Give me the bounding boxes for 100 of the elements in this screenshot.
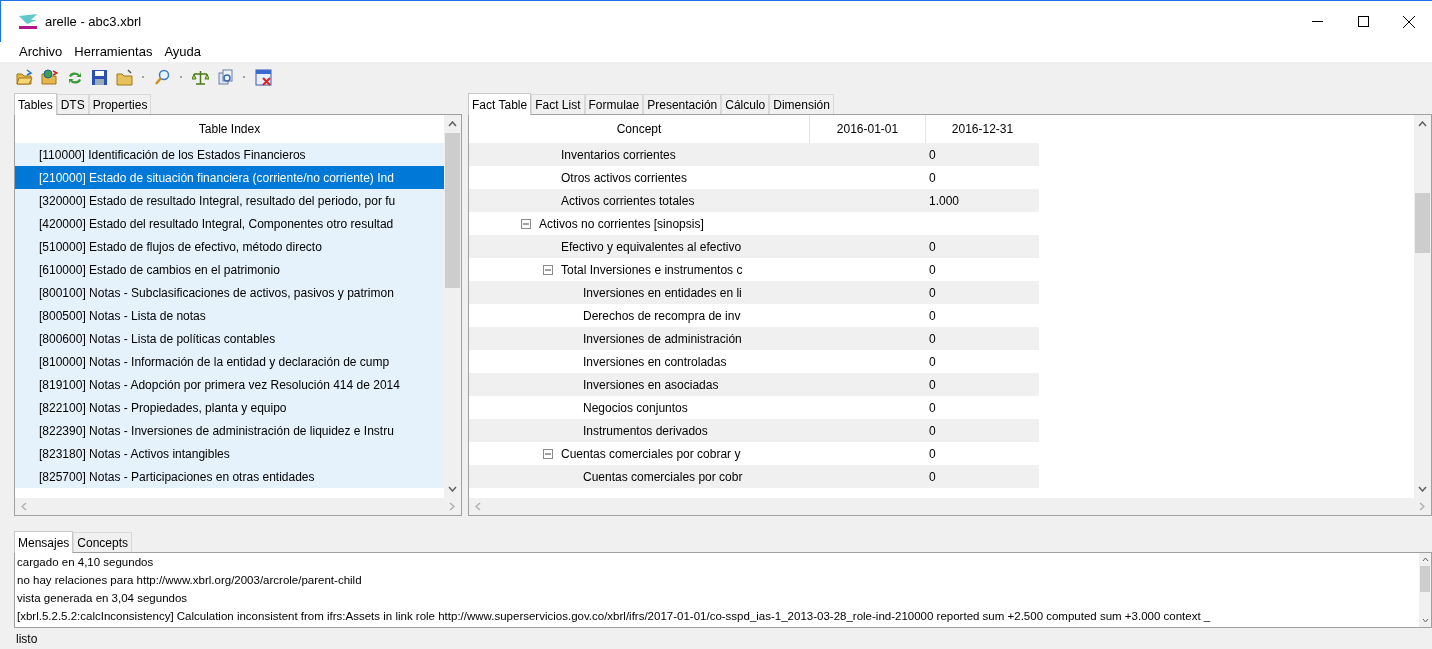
folder-icon [115, 68, 133, 86]
value-cell-text: 0 [929, 238, 936, 256]
list-item[interactable]: [800500] Notas - Lista de notas [15, 304, 444, 327]
scrollbar-thumb[interactable] [1420, 566, 1430, 592]
scroll-down-icon [448, 486, 457, 492]
list-item[interactable]: [110000] Identificación de los Estados Financieros [15, 143, 444, 166]
concept-cell-text: Cuentas comerciales por cobr [583, 468, 743, 486]
value-cell-text: 0 [929, 353, 936, 371]
vertical-scrollbar[interactable] [444, 115, 461, 498]
value-cell-text: 0 [929, 376, 936, 394]
list-item[interactable]: [822100] Notas - Propiedades, planta y equipo [15, 396, 444, 419]
concept-cell-text: Inventarios corrientes [561, 146, 676, 164]
message-line: no hay relaciones para http://www.xbrl.org/2003/arcrole/parent-child [17, 573, 363, 588]
tab[interactable]: Dimensión [769, 94, 834, 114]
toolbar-button[interactable] [14, 67, 34, 87]
list-item[interactable]: [610000] Estado de cambios en el patrimonio [15, 258, 444, 281]
toolbar-button[interactable] [89, 67, 109, 87]
list-item[interactable]: [510000] Estado de flujos de efectivo, método directo [15, 235, 444, 258]
search-icon [153, 68, 171, 86]
list-item[interactable]: [800600] Notas - Lista de políticas contables [15, 327, 444, 350]
toolbar-button[interactable] [253, 67, 273, 87]
scroll-left-icon [21, 502, 27, 511]
concept-cell-text: Inversiones en controladas [583, 353, 727, 371]
message-line: vista generada en 3,04 segundos [17, 591, 189, 606]
scroll-down-icon [1418, 486, 1427, 492]
horizontal-scrollbar[interactable] [469, 498, 1431, 515]
documents-icon [216, 68, 234, 86]
window-x-icon [254, 68, 272, 86]
tab[interactable]: Cálculo [721, 94, 770, 114]
column-header[interactable]: Concept [469, 115, 809, 143]
list-item[interactable]: [822390] Notas - Inversiones de administración de liquidez e Instru [15, 419, 444, 442]
list-item[interactable]: [810000] Notas - Información de la entidad y declaración de cump [15, 350, 444, 373]
value-cell-text: 0 [929, 422, 936, 440]
concept-cell-text: Negocios conjuntos [583, 399, 688, 417]
app-logo-icon [17, 11, 39, 32]
value-cell-text: 1.000 [929, 192, 960, 210]
scroll-up-icon [1421, 557, 1429, 562]
concept-cell-text: Total Inversiones e instrumentos c [561, 261, 743, 279]
scrollbar-thumb[interactable] [445, 133, 460, 288]
value-cell-text: 0 [929, 284, 936, 302]
collapse-toggle[interactable] [521, 218, 531, 229]
maximize-icon [1357, 16, 1369, 27]
tab[interactable]: Fact List [531, 94, 585, 114]
save-icon [90, 68, 108, 86]
concept-cell-text: Inversiones de administración [583, 330, 742, 348]
concept-cell-text: Instrumentos derivados [583, 422, 708, 440]
tab[interactable]: Presentación [643, 94, 722, 114]
tab[interactable]: DTS [56, 94, 89, 114]
list-item[interactable]: [210000] Estado de situación financiera (corriente/no corriente) Ind [15, 166, 444, 189]
menu-item[interactable]: Herramientas [69, 42, 158, 62]
collapse-toggle[interactable] [543, 264, 553, 275]
toolbar-button[interactable] [152, 67, 172, 87]
minimize-icon [1311, 21, 1323, 22]
scroll-right-icon [449, 502, 455, 511]
concept-cell-text: Inversiones en asociadas [583, 376, 719, 394]
value-cell-text: 0 [929, 468, 936, 486]
concept-cell-text: Otros activos corrientes [561, 169, 688, 187]
value-cell-text: 0 [929, 169, 936, 187]
scroll-down-icon [1421, 618, 1429, 623]
horizontal-scrollbar[interactable] [15, 498, 461, 515]
concept-cell-text: Derechos de recompra de inv [583, 307, 741, 325]
concept-cell-text: Activos corrientes totales [561, 192, 695, 210]
toolbar-button[interactable] [215, 67, 235, 87]
tab[interactable]: Concepts [73, 532, 133, 552]
status-text: listo [16, 631, 38, 648]
list-item[interactable]: [320000] Estado de resultado Integral, resultado del periodo, por fu [15, 189, 444, 212]
vertical-scrollbar[interactable] [1414, 115, 1431, 498]
tab[interactable]: Properties [88, 94, 152, 114]
tab[interactable]: Formulae [584, 94, 644, 114]
collapse-toggle[interactable] [543, 448, 553, 459]
menu-item[interactable]: Ayuda [159, 42, 207, 62]
scales-icon [191, 68, 209, 86]
tab[interactable]: Mensajes [14, 531, 74, 553]
list-item[interactable]: [800100] Notas - Subclasificaciones de activos, pasivos y patrimon [15, 281, 444, 304]
vertical-scrollbar[interactable] [1419, 553, 1431, 627]
concept-cell-text: Activos no corrientes [sinopsis] [539, 215, 704, 233]
scroll-left-icon [475, 502, 481, 511]
concept-cell-text: Cuentas comerciales por cobrar y [561, 445, 741, 463]
scroll-right-icon [1419, 502, 1425, 511]
toolbar-button[interactable] [39, 67, 59, 87]
list-item[interactable]: [420000] Estado del resultado Integral, Componentes otro resultad [15, 212, 444, 235]
close-icon [1403, 15, 1415, 28]
value-cell-text: 0 [929, 261, 936, 279]
window-title: arelle - abc3.xbrl [45, 12, 142, 31]
concept-cell-text: Efectivo y equivalentes al efectivo [561, 238, 742, 256]
concept-cell-text: Inversiones en entidades en li [583, 284, 742, 302]
list-item[interactable]: [819100] Notas - Adopción por primera vez Resolución 414 de 2014 [15, 373, 444, 396]
value-cell-text: 0 [929, 399, 936, 417]
value-cell-text: 0 [929, 330, 936, 348]
folder-globe-icon [40, 68, 58, 86]
value-cell-text: 0 [929, 307, 936, 325]
tab[interactable]: Fact Table [468, 93, 532, 115]
folder-open-icon [15, 68, 33, 86]
scrollbar-thumb[interactable] [1415, 193, 1430, 253]
tab[interactable]: Tables [14, 93, 57, 115]
list-item[interactable]: [823180] Notas - Activos intangibles [15, 442, 444, 465]
menu-item[interactable]: Archivo [14, 42, 68, 62]
value-cell-text: 0 [929, 146, 936, 164]
list-item[interactable]: [825700] Notas - Participaciones en otras entidades [15, 465, 444, 488]
value-cell-text: 0 [929, 445, 936, 463]
